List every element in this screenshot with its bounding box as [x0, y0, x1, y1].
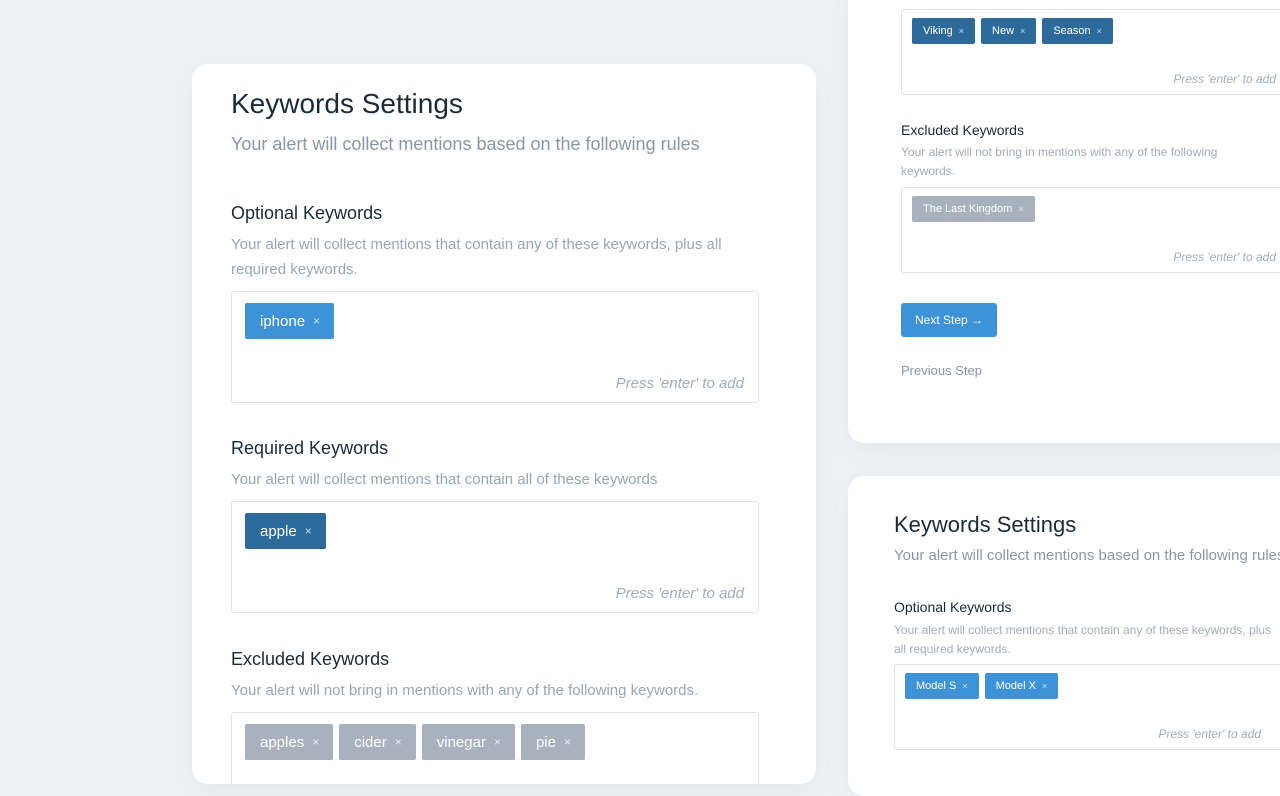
keywords-settings-card: Keywords Settings Your alert will collec… — [192, 64, 816, 784]
optional-keywords-heading: Optional Keywords — [894, 599, 1012, 615]
tag-label: vinegar — [436, 733, 486, 751]
excluded-keywords-section: Excluded Keywords Your alert will not br… — [231, 648, 777, 784]
tag-label: The Last Kingdom — [923, 203, 1013, 215]
input-hint: Press 'enter' to add — [1173, 72, 1276, 86]
keyword-tag: apple × — [245, 513, 326, 549]
excluded-keywords-section: Excluded Keywords Your alert will not br… — [901, 121, 1280, 273]
optional-keywords-input[interactable]: Model S × Model X × Press 'enter' to add — [894, 664, 1280, 750]
step-card-preview: Viking × New × Season × Press 'enter' to… — [848, 0, 1280, 443]
keywords-settings-card-small: Keywords Settings Your alert will collec… — [848, 476, 1280, 796]
remove-tag-icon[interactable]: × — [395, 735, 402, 749]
tag-label: apple — [260, 522, 297, 540]
tag-label: New — [992, 25, 1015, 37]
remove-tag-icon[interactable]: × — [494, 735, 501, 749]
optional-keywords-section: Optional Keywords Your alert will collec… — [231, 202, 777, 403]
remove-tag-icon[interactable]: × — [1042, 681, 1047, 691]
required-keywords-input[interactable]: Viking × New × Season × Press 'enter' to… — [901, 9, 1280, 95]
remove-tag-icon[interactable]: × — [959, 26, 964, 36]
keyword-tag: Model X × — [984, 673, 1059, 699]
tag-label: apples — [260, 733, 305, 751]
keyword-tag: pie × — [520, 724, 586, 760]
required-keywords-heading: Required Keywords — [231, 438, 389, 458]
tag-label: iphone — [260, 312, 306, 330]
required-keywords-description: Your alert will collect mentions that co… — [231, 471, 658, 488]
remove-tag-icon[interactable]: × — [1097, 26, 1102, 36]
required-keywords-input[interactable]: apple × Press 'enter' to add — [231, 501, 759, 613]
excluded-keywords-description: Your alert will not bring in mentions wi… — [231, 682, 699, 699]
excluded-keywords-description: Your alert will not bring in mentions wi… — [901, 145, 1218, 178]
remove-tag-icon[interactable]: × — [312, 735, 319, 749]
keyword-tag: apples × — [245, 724, 334, 760]
tag-label: Season — [1053, 25, 1091, 37]
tag-label: Model S — [916, 680, 957, 692]
excluded-keywords-heading: Excluded Keywords — [231, 649, 390, 669]
remove-tag-icon[interactable]: × — [962, 681, 967, 691]
page-subtitle: Your alert will collect mentions based o… — [231, 134, 700, 154]
input-hint: Press 'enter' to add — [615, 585, 744, 602]
tag-label: cider — [354, 733, 387, 751]
remove-tag-icon[interactable]: × — [313, 314, 320, 328]
remove-tag-icon[interactable]: × — [305, 524, 312, 538]
keyword-tag: The Last Kingdom × — [912, 196, 1035, 222]
excluded-keywords-heading: Excluded Keywords — [901, 122, 1024, 138]
optional-keywords-heading: Optional Keywords — [231, 203, 383, 223]
tag-label: pie — [535, 733, 556, 751]
previous-step-link[interactable]: Previous Step — [901, 363, 982, 378]
keyword-tag: cider × — [339, 724, 416, 760]
optional-keywords-description: Your alert will collect mentions that co… — [894, 623, 1272, 656]
keyword-tag: Model S × — [905, 673, 979, 699]
page-subtitle: Your alert will collect mentions based o… — [894, 547, 1280, 564]
page-title: Keywords Settings — [894, 512, 1077, 537]
excluded-keywords-input[interactable]: The Last Kingdom × Press 'enter' to add — [901, 187, 1280, 273]
keyword-tag: vinegar × — [421, 724, 515, 760]
excluded-keywords-input[interactable]: apples × cider × vinegar × pie × — [231, 712, 759, 784]
remove-tag-icon[interactable]: × — [564, 735, 571, 749]
page-title: Keywords Settings — [231, 88, 463, 119]
keyword-tag: Viking × — [912, 18, 976, 44]
required-keywords-section: Required Keywords Your alert will collec… — [231, 437, 777, 613]
keyword-tag: iphone × — [245, 303, 335, 339]
tag-label: Viking — [923, 25, 953, 37]
keyword-tag: Season × — [1042, 18, 1113, 44]
input-hint: Press 'enter' to add — [1158, 727, 1261, 741]
optional-keywords-description: Your alert will collect mentions that co… — [231, 236, 722, 278]
input-hint: Press 'enter' to add — [1173, 250, 1276, 264]
optional-keywords-input[interactable]: iphone × Press 'enter' to add — [231, 291, 759, 403]
keyword-tag: New × — [981, 18, 1037, 44]
remove-tag-icon[interactable]: × — [1018, 204, 1023, 214]
next-step-button[interactable]: Next Step → — [901, 303, 998, 337]
remove-tag-icon[interactable]: × — [1020, 26, 1025, 36]
tag-label: Model X — [995, 680, 1036, 692]
optional-keywords-section: Optional Keywords Your alert will collec… — [894, 598, 1280, 750]
input-hint: Press 'enter' to add — [615, 375, 744, 392]
